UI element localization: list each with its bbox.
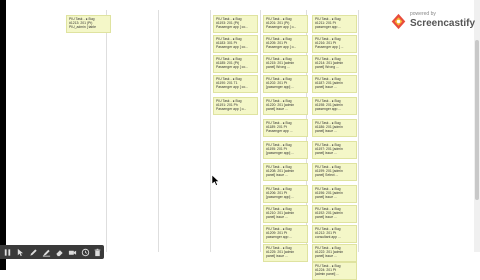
camera-button[interactable]: [67, 247, 77, 257]
task-card[interactable]: PIU Task - ● Bug #1191: 201 Ph Passenger a…: [213, 97, 258, 115]
task-card[interactable]: PIU Task - ● Bug #1183: 301 Pt Passenger a…: [213, 35, 258, 53]
task-card-line: panel] issue ...: [315, 195, 337, 200]
task-card[interactable]: PIU Task - ● Bug #1201: 201 (Pt) Passenger…: [263, 15, 308, 33]
task-card[interactable]: PIU Task - ● Bug #1198: 201 [admin passeng…: [312, 97, 357, 115]
trash-button[interactable]: [92, 247, 102, 257]
task-card-line: panel] issue ...: [266, 173, 288, 178]
task-card-line: [passenger app] ...: [266, 195, 295, 200]
task-card-line: passenger app ...: [315, 107, 342, 112]
pen-icon: [29, 248, 37, 256]
task-card-line: panel] issue ...: [315, 215, 337, 220]
pause-button[interactable]: [2, 247, 12, 257]
eraser-tool-button[interactable]: [54, 247, 64, 257]
task-card[interactable]: PIU Task - ● Bug #1199: 201 [admin panel] …: [312, 163, 357, 181]
camera-icon: [68, 250, 76, 255]
task-card-line: panel] issue ...: [266, 107, 288, 112]
task-card[interactable]: PIU Task - ● Bug #1214: 201 [admin panel] …: [312, 55, 357, 73]
task-card-line: panel] issue ...: [266, 254, 288, 259]
eraser-icon: [55, 249, 63, 256]
task-card-line: panel] Wrong ...: [315, 65, 339, 70]
task-card[interactable]: PIU Task - ● Bug #1224: 201 Pt [admin pane…: [312, 262, 357, 280]
task-card[interactable]: PIU Task - ● Bug #1209: 201 Pt passenger a…: [263, 225, 308, 243]
pen-tool-button[interactable]: [28, 247, 38, 257]
task-card[interactable]: PIU Task - ● Bug #1186: 201 [admin panel] …: [312, 119, 357, 137]
watermark-brand: Screencastify: [410, 18, 476, 29]
task-card[interactable]: PIU Task - ● Bug #1187: 201 [admin panel] …: [312, 75, 357, 93]
task-card[interactable]: PIU Task - ● Bug #1197: 201 [admin panel] …: [312, 141, 357, 159]
timer-button[interactable]: [80, 247, 90, 257]
task-card-line: [admin panel] ...: [315, 272, 340, 277]
task-card-line: panel] issue ...: [315, 254, 337, 259]
task-card[interactable]: PIU Task - ● Bug #1220: 201 [admin panel] …: [263, 97, 308, 115]
task-card[interactable]: PIU Task - ● Bug #1213: 201 (Pt) PIU_admin…: [66, 15, 111, 33]
task-card[interactable]: PIU Task - ● Bug #1189: 201 Pt Passenger a…: [263, 119, 308, 137]
task-card-line: panel] issue ...: [315, 85, 337, 90]
task-card[interactable]: PIU Task - ● Bug #1196: 201 [admin panel] …: [312, 185, 357, 203]
annotation-toolbar: [0, 245, 104, 259]
screencastify-watermark: powered by Screencastify: [390, 9, 475, 35]
task-card-line: panel] issue ...: [315, 129, 337, 134]
scrollbar-thumb[interactable]: [475, 40, 479, 200]
task-card[interactable]: PIU Task - ● Bug #1185: 201 (Pt) Passenger…: [213, 55, 258, 73]
task-card-line: Passenger app [ o...: [266, 45, 297, 50]
task-card[interactable]: PIU Task - ● Bug #1193: 201 (Pt) Passenger…: [213, 15, 258, 33]
task-card-line: consultant app ...: [315, 235, 341, 240]
task-card-line: panel] Select ...: [315, 173, 339, 178]
highlighter-tool-button[interactable]: [41, 247, 51, 257]
task-card[interactable]: PIU Task - ● Bug #1225: 201 [admin panel] …: [263, 244, 308, 262]
column-divider: [210, 10, 211, 252]
task-card-line: [passenger app] ...: [266, 151, 295, 156]
task-card[interactable]: PIU Task - ● Bug #1210: 201 [admin panel] …: [263, 205, 308, 223]
clock-icon: [81, 248, 89, 256]
scrollbar[interactable]: [474, 0, 480, 252]
task-card-line: Passenger app [ co...: [216, 85, 249, 90]
task-card[interactable]: PIU Task - ● Bug #1211: 201 Pt passenger a…: [312, 15, 357, 33]
mouse-pointer-icon: [212, 175, 220, 186]
column-divider: [158, 10, 159, 252]
screencastify-logo-icon: [391, 13, 406, 30]
task-card-line: [passenger app] ...: [266, 85, 295, 90]
watermark-powered-by: powered by: [410, 11, 436, 17]
task-card-line: panel] Wrong ...: [266, 65, 290, 70]
trash-icon: [94, 248, 100, 256]
highlighter-icon: [42, 249, 50, 257]
cursor-tool-button[interactable]: [15, 247, 25, 257]
task-card-line: passenger app ...: [315, 25, 342, 30]
task-card-line: passenger app ...: [266, 235, 293, 240]
cursor-icon: [17, 248, 23, 256]
task-card[interactable]: PIU Task - ● Bug #1192: 201 [admin panel] …: [312, 205, 357, 223]
task-card[interactable]: PIU Task - ● Bug #1205: 201 Pt Passenger a…: [263, 35, 308, 53]
task-card-line: Passenger app [ o...: [216, 107, 247, 112]
task-card[interactable]: PIU Task - ● Bug #1195: 201 Pt [passenger …: [263, 141, 308, 159]
task-card[interactable]: PIU Task - ● Bug #1202: 201 Pt [passenger …: [263, 75, 308, 93]
task-card[interactable]: PIU Task - ● Bug #1212: 201 Pt consultant …: [312, 225, 357, 243]
pause-icon: [4, 248, 10, 256]
task-card[interactable]: PIU Task - ● Bug #1216: 201 Pt Passenger a…: [312, 35, 357, 53]
task-card[interactable]: PIU Task - ● Bug #1208: 201 [admin panel] …: [263, 163, 308, 181]
task-card-line: panel] issue ...: [266, 215, 288, 220]
task-card-line: Passenger app [ o...: [266, 25, 297, 30]
task-card-line: Passenger app ...: [266, 129, 293, 134]
task-card-line: PIU_admin [ table: [69, 25, 96, 30]
task-card-line: Passenger app [ co...: [216, 65, 249, 70]
task-card[interactable]: PIU Task - ● Bug #1206: 201 Pt [passenger …: [263, 185, 308, 203]
task-card[interactable]: PIU Task - ● Bug #1222: 201 [admin panel] …: [312, 244, 357, 262]
column-divider: [260, 10, 261, 252]
task-card[interactable]: PIU Task - ● Bug #1215: 201 [admin panel] …: [263, 55, 308, 73]
task-card-line: panel] issue ...: [315, 151, 337, 156]
task-card[interactable]: PIU Task - ● Bug #1190: 201 T1 Passenger a…: [213, 75, 258, 93]
task-card-line: Passenger app [ co...: [216, 25, 249, 30]
task-card-line: Passenger app [ co...: [216, 45, 249, 50]
column-divider: [106, 10, 107, 252]
task-card-line: Passenger app [ ...: [315, 45, 344, 50]
column-divider: [358, 10, 359, 252]
